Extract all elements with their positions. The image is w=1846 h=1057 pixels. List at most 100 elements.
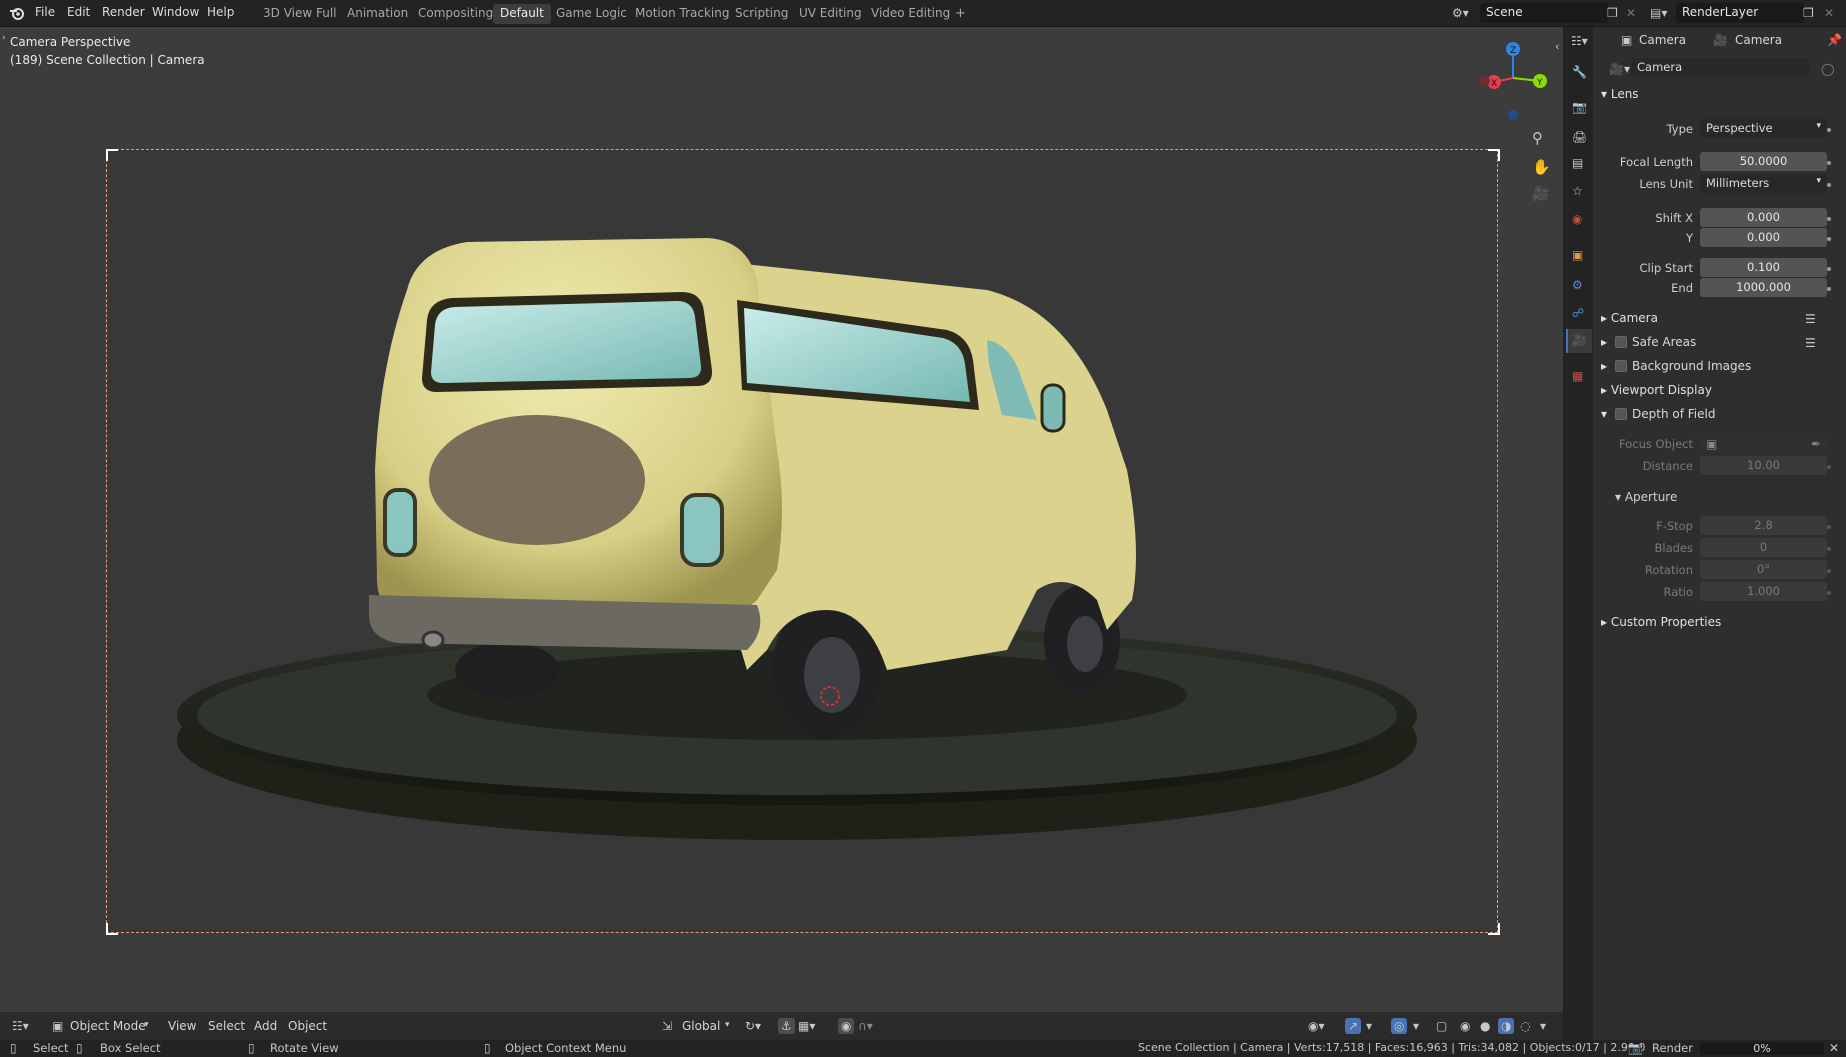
render-tab-icon[interactable]: 📷 (1572, 101, 1587, 115)
background-images-checkbox[interactable] (1615, 360, 1627, 372)
close-scene-icon[interactable]: ✕ (1626, 7, 1636, 19)
proportional-edit-icon[interactable]: ◉ (838, 1018, 855, 1034)
3d-viewport[interactable]: Camera Perspective (189) Scene Collectio… (0, 27, 1563, 1040)
view-layer-tab-icon[interactable]: ▤ (1572, 157, 1586, 171)
shift-y-field[interactable]: 0.000 (1700, 228, 1827, 247)
pan-hand-icon[interactable]: ✋ (1532, 160, 1551, 175)
menu-select[interactable]: Select (208, 1019, 245, 1033)
wireframe-shading-icon[interactable]: ◉ (1460, 1020, 1470, 1032)
menu-view[interactable]: View (168, 1019, 196, 1033)
background-images-panel-header[interactable]: ▸ (1601, 359, 1607, 373)
presets-list-icon[interactable]: ☰ (1805, 313, 1816, 325)
tool-tab-icon[interactable]: 🔧 (1572, 66, 1587, 80)
scene-icon[interactable]: ⚙▾ (1452, 7, 1469, 19)
tab-uv-editing[interactable]: UV Editing (792, 4, 869, 24)
eyedropper-icon[interactable]: ✒ (1811, 438, 1821, 450)
keyframe-dot[interactable] (1827, 569, 1831, 573)
menu-render[interactable]: Render (102, 5, 145, 19)
tab-video-editing[interactable]: Video Editing (864, 4, 957, 24)
axis-neg-z-icon[interactable] (1508, 110, 1518, 120)
modifier-tab-icon[interactable]: ⚙ (1572, 279, 1586, 293)
clip-start-field[interactable]: 0.100 (1700, 258, 1827, 277)
scene-tab-icon[interactable]: ☆ (1572, 185, 1586, 199)
overlays-toggle-icon[interactable]: ◎ (1391, 1018, 1408, 1034)
tab-default[interactable]: Default (493, 4, 551, 24)
rotation-field[interactable]: 0° (1700, 560, 1827, 579)
keyframe-dot[interactable] (1827, 465, 1831, 469)
transform-orientation-dropdown[interactable]: Global (682, 1019, 720, 1033)
visibility-icon[interactable]: ◉▾ (1308, 1020, 1325, 1032)
camera-panel-header[interactable]: ▸ Camera (1601, 311, 1658, 325)
navigation-gizmo[interactable]: Z Y X (1470, 33, 1550, 123)
object-tab-icon[interactable]: ▣ (1572, 249, 1586, 263)
scene-field[interactable]: Scene (1480, 3, 1608, 23)
texture-tab-icon[interactable]: ▦ (1572, 370, 1586, 384)
gizmo-toggle-icon[interactable]: ↗ (1345, 1018, 1362, 1034)
safe-areas-panel-header[interactable]: ▸ (1601, 335, 1607, 349)
dof-checkbox[interactable] (1615, 408, 1627, 420)
xray-icon[interactable]: ▢ (1436, 1020, 1447, 1032)
object-mode-dropdown[interactable]: Object Mode (70, 1019, 146, 1033)
keyframe-dot[interactable] (1827, 591, 1831, 595)
editor-type-icon[interactable]: ☷▾ (12, 1020, 29, 1032)
cancel-render-icon[interactable]: ✕ (1829, 1042, 1839, 1054)
keyframe-dot[interactable] (1827, 183, 1831, 187)
snap-increment-icon[interactable]: ▦▾ (798, 1020, 815, 1032)
datablock-browse-icon[interactable]: 🎥▾ (1609, 63, 1630, 75)
constraints-tab-icon[interactable]: ☍ (1572, 307, 1586, 321)
zoom-icon[interactable]: ⚲ (1532, 131, 1543, 146)
menu-file[interactable]: File (35, 5, 55, 19)
focal-length-field[interactable]: 50.0000 (1700, 152, 1827, 171)
new-layer-icon[interactable]: ❐ (1803, 7, 1814, 19)
safe-areas-checkbox[interactable] (1615, 336, 1627, 348)
focus-object-field[interactable] (1700, 434, 1827, 453)
tab-compositing[interactable]: Compositing (411, 4, 500, 24)
tab-scripting[interactable]: Scripting (728, 4, 795, 24)
chevron-down-icon[interactable]: ▾ (1413, 1020, 1419, 1032)
chevron-right-icon[interactable]: › (2, 34, 6, 43)
keyframe-dot[interactable] (1827, 217, 1831, 221)
custom-properties-panel-header[interactable]: ▸ Custom Properties (1601, 615, 1721, 629)
dof-panel-header[interactable]: ▾ (1601, 407, 1607, 421)
menu-help[interactable]: Help (207, 5, 234, 19)
falloff-icon[interactable]: ∩▾ (858, 1020, 873, 1032)
viewport-display-panel-header[interactable]: ▸ Viewport Display (1601, 383, 1712, 397)
camera-data-tab-icon[interactable]: 🎥 (1572, 334, 1587, 348)
snap-toggle-icon[interactable]: ⚓ (778, 1018, 795, 1034)
keyframe-dot[interactable] (1827, 161, 1831, 165)
pivot-icon[interactable]: ↻▾ (745, 1020, 761, 1032)
fstop-field[interactable]: 2.8 (1700, 516, 1827, 535)
keyframe-dot[interactable] (1827, 287, 1831, 291)
clip-end-field[interactable]: 1000.000 (1700, 278, 1827, 297)
lens-panel-header[interactable]: ▾ Lens (1601, 87, 1639, 101)
tab-game-logic[interactable]: Game Logic (549, 4, 634, 24)
material-shading-icon[interactable]: ◑ (1498, 1018, 1515, 1034)
output-tab-icon[interactable]: 🖨 (1572, 131, 1587, 145)
keyframe-dot[interactable] (1827, 128, 1831, 132)
blender-logo-icon[interactable] (9, 6, 25, 20)
presets-list-icon[interactable]: ☰ (1805, 337, 1816, 349)
chevron-down-icon[interactable]: ▾ (725, 1021, 730, 1030)
menu-edit[interactable]: Edit (67, 5, 90, 19)
editor-type-icon[interactable]: ☷▾ (1571, 35, 1588, 47)
keyframe-dot[interactable] (1827, 525, 1831, 529)
camera-view-icon[interactable]: 🎥 (1532, 187, 1549, 201)
tab-motion-tracking[interactable]: Motion Tracking (628, 4, 736, 24)
keyframe-dot[interactable] (1827, 547, 1831, 551)
render-layer-icon[interactable]: ▤▾ (1650, 7, 1667, 19)
tab-animation[interactable]: Animation (340, 4, 415, 24)
chevron-left-icon[interactable]: ‹ (1555, 41, 1559, 52)
camera-datablock-field[interactable]: Camera (1631, 58, 1809, 77)
new-scene-icon[interactable]: ❐ (1607, 7, 1618, 19)
tab-3d-view-full[interactable]: 3D View Full (256, 4, 344, 24)
menu-object[interactable]: Object (288, 1019, 327, 1033)
close-layer-icon[interactable]: ✕ (1824, 7, 1834, 19)
chevron-down-icon[interactable]: ▾ (144, 1021, 149, 1030)
lens-type-dropdown[interactable]: Perspective ▾ (1700, 119, 1827, 138)
rendered-shading-icon[interactable]: ◌ (1520, 1020, 1530, 1032)
keyframe-dot[interactable] (1827, 267, 1831, 271)
axis-neg-x-icon[interactable] (1480, 76, 1490, 86)
chevron-down-icon[interactable]: ▾ (1366, 1020, 1372, 1032)
fake-user-shield-icon[interactable]: ◯ (1821, 63, 1834, 75)
distance-field[interactable]: 10.00 (1700, 456, 1827, 475)
